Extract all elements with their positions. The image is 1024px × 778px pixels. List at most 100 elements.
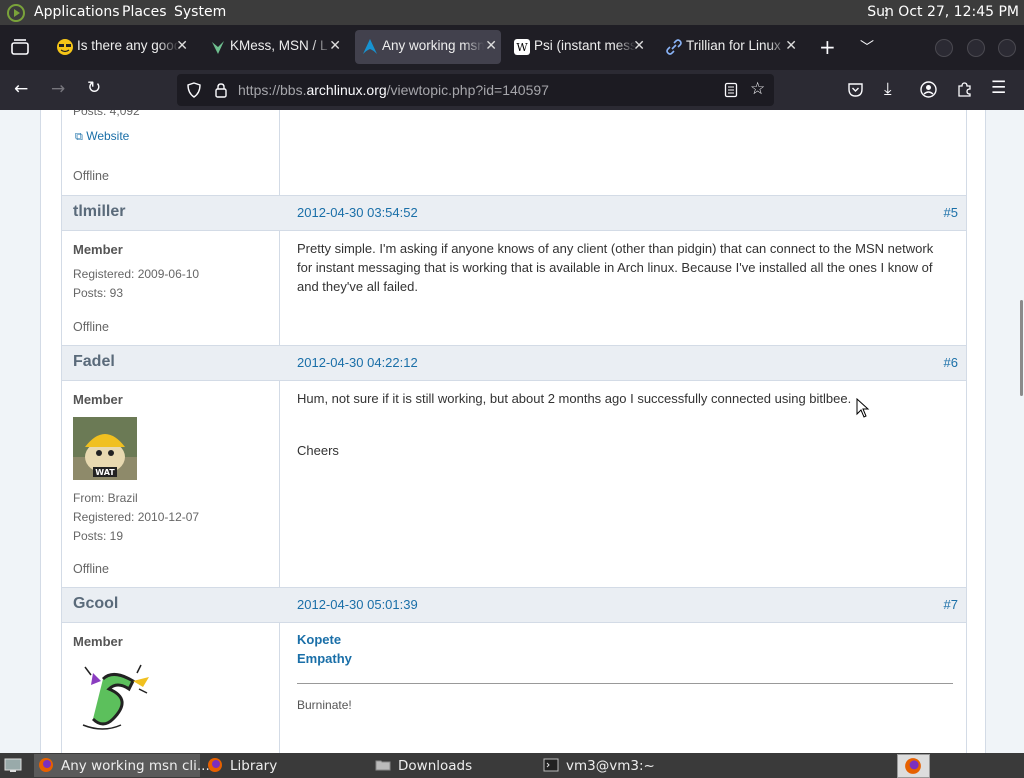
new-tab-icon[interactable]: + [819, 35, 836, 59]
post-7: Gcool 2012-04-30 05:01:39 #7 Member Kope… [61, 587, 967, 753]
user-role: Member [73, 634, 123, 649]
empathy-link[interactable]: Empathy [297, 651, 352, 666]
tab-bar: Is there any good ✕ KMess, MSN / L ✕ Any… [0, 25, 1024, 70]
workspace-switcher[interactable] [897, 754, 930, 778]
post-content: Hum, not sure if it is still working, bu… [297, 391, 852, 406]
reader-view-icon[interactable] [724, 82, 738, 98]
firefox-icon [905, 758, 921, 774]
reload-icon[interactable]: ↻ [87, 78, 101, 98]
taskbar-item-terminal[interactable]: vm3@vm3:~ [539, 754, 703, 777]
tab-psi[interactable]: W Psi (instant mess ✕ [507, 30, 649, 64]
back-arrow-icon[interactable]: ← [14, 79, 28, 99]
navigation-toolbar: ← → ↻ https://bbs.archlinux.org/viewtopi… [0, 70, 1024, 110]
show-desktop-icon[interactable] [4, 758, 22, 773]
post-header: Fadel 2012-04-30 04:22:12 #6 [62, 345, 966, 381]
avatar-caption: WAT [95, 468, 115, 477]
post-header: tlmiller 2012-04-30 03:54:52 #5 [62, 195, 966, 231]
taskbar: Any working msn cli... Library Downloads… [0, 753, 1024, 778]
user-role: Member [73, 242, 123, 257]
web-page: Posts: 4,092 ⧉ Website Offline tlmiller … [0, 110, 1024, 753]
tab-close-icon[interactable]: ✕ [485, 37, 497, 54]
applications-menu[interactable]: Applications [34, 4, 120, 20]
svg-text:W: W [516, 41, 528, 54]
extensions-puzzle-icon[interactable] [956, 81, 973, 98]
post-number-link[interactable]: #6 [944, 355, 958, 370]
account-icon[interactable] [920, 81, 937, 98]
folder-icon [375, 760, 391, 771]
tab-close-icon[interactable]: ✕ [176, 37, 188, 54]
online-status: Offline [73, 320, 109, 334]
arch-linux-icon [363, 39, 377, 54]
list-tabs-chevron-down-icon[interactable]: ﹀ [860, 37, 874, 57]
mouse-cursor-icon [856, 398, 870, 418]
tab-any-working-msn[interactable]: Any working msn ✕ [355, 30, 501, 64]
post-date-link[interactable]: 2012-04-30 05:01:39 [297, 597, 418, 612]
system-menu[interactable]: System [174, 4, 226, 20]
url-text[interactable]: https://bbs.archlinux.org/viewtopic.php?… [238, 82, 549, 98]
taskbar-item-library[interactable]: Library [203, 754, 367, 777]
places-menu[interactable]: Places [122, 4, 167, 20]
post-count: Posts: 19 [73, 529, 124, 543]
post-author-info: Member WAT From: Brazil Registered: 2010… [62, 380, 280, 587]
tab-kmess[interactable]: KMess, MSN / L ✕ [203, 30, 345, 64]
post-author[interactable]: Gcool [73, 595, 118, 613]
post-number-link[interactable]: #7 [944, 597, 958, 612]
post-author-info: Posts: 4,092 ⧉ Website Offline [62, 110, 280, 195]
shield-icon[interactable] [186, 82, 202, 98]
post-date-link[interactable]: 2012-04-30 03:54:52 [297, 205, 418, 220]
kmess-icon [212, 41, 224, 54]
external-link-icon: ⧉ [75, 131, 83, 143]
post-author-info: Member [62, 622, 280, 753]
tab-close-icon[interactable]: ✕ [329, 37, 341, 54]
tab-close-icon[interactable]: ✕ [633, 37, 645, 54]
scrollbar-thumb[interactable] [1020, 300, 1023, 396]
post-signature: Burninate! [297, 698, 352, 712]
lock-icon[interactable] [214, 82, 228, 98]
tab-close-icon[interactable]: ✕ [785, 37, 797, 54]
forward-arrow-icon[interactable]: → [51, 79, 65, 99]
firefox-icon [208, 758, 222, 772]
post-count: Posts: 93 [73, 286, 124, 300]
tab-trillian[interactable]: Trillian for Linux ✕ [659, 30, 801, 64]
post-number-link[interactable]: #5 [944, 205, 958, 220]
post-date-link[interactable]: 2012-04-30 04:22:12 [297, 355, 418, 370]
website-link[interactable]: ⧉ Website [75, 129, 129, 144]
forum-container: Posts: 4,092 ⧉ Website Offline tlmiller … [40, 110, 986, 753]
top-panel: Applications Places System Sun Oct 27, 1… [0, 0, 1024, 25]
online-status: Offline [73, 169, 109, 183]
firefox-icon [39, 758, 53, 772]
tab-overview-icon[interactable] [10, 38, 30, 56]
post-count: Posts: 4,092 [73, 110, 140, 118]
registered-date: Registered: 2010-12-07 [73, 510, 200, 524]
user-role: Member [73, 392, 123, 407]
avatar [82, 664, 149, 730]
registered-date: Registered: 2009-06-10 [73, 267, 200, 281]
close-window-button[interactable] [998, 39, 1016, 57]
post-author[interactable]: tlmiller [73, 203, 125, 221]
taskbar-item-firefox-forum[interactable]: Any working msn cli... [34, 754, 210, 777]
taskbar-item-downloads[interactable]: Downloads [371, 754, 535, 777]
minimize-button[interactable] [935, 39, 953, 57]
kopete-link[interactable]: Kopete [297, 632, 341, 647]
page-scrollbar[interactable] [1018, 110, 1024, 753]
hamburger-menu-icon[interactable]: ☰ [991, 78, 1006, 98]
avatar: WAT [73, 417, 137, 480]
tab-is-there-any-good[interactable]: Is there any good ✕ [50, 30, 192, 64]
maximize-button[interactable] [967, 39, 985, 57]
post-author[interactable]: Fadel [73, 353, 115, 371]
post-content-signoff: Cheers [297, 443, 339, 458]
url-bar[interactable]: https://bbs.archlinux.org/viewtopic.php?… [177, 74, 774, 106]
pocket-icon[interactable] [847, 82, 864, 98]
clock[interactable]: Sun Oct 27, 12:45 PM [867, 4, 1019, 20]
bookmark-star-icon[interactable]: ☆ [750, 79, 765, 99]
gnome-logo-icon[interactable] [6, 3, 26, 23]
post-5: tlmiller 2012-04-30 03:54:52 #5 Member R… [61, 195, 967, 346]
post-header: Gcool 2012-04-30 05:01:39 #7 [62, 587, 966, 623]
post-6: Fadel 2012-04-30 04:22:12 #6 Member WAT … [61, 345, 967, 588]
wikipedia-icon: W [514, 39, 530, 55]
user-location: From: Brazil [73, 491, 138, 505]
glasses-emoji-icon [57, 39, 73, 55]
post-content: Pretty simple. I'm asking if anyone know… [297, 241, 934, 294]
post-previous: Posts: 4,092 ⧉ Website Offline [61, 110, 967, 196]
downloads-icon[interactable]: ⤓ [884, 79, 892, 99]
